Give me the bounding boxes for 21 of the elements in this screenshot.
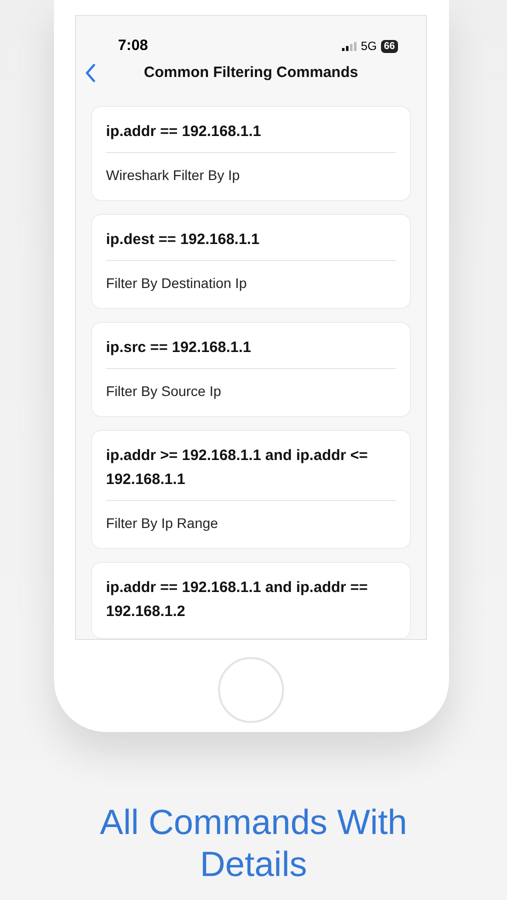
command-card[interactable]: ip.addr == 192.168.1.1 Wireshark Filter By Ip <box>91 106 411 201</box>
page-title: Common Filtering Commands <box>144 63 358 84</box>
signal-icon <box>342 42 357 51</box>
command-card[interactable]: ip.addr == 192.168.1.1 and ip.addr == 192.168.1.2 <box>91 562 411 639</box>
back-icon[interactable] <box>85 64 96 82</box>
command-text: ip.addr == 192.168.1.1 <box>106 122 262 142</box>
status-time: 7:08 <box>118 36 148 56</box>
network-label: 5G <box>360 38 377 56</box>
command-description: Filter By Source Ip <box>106 382 222 401</box>
command-card[interactable]: ip.addr >= 192.168.1.1 and ip.addr <= 192.168.1.1 Filter By Ip Range <box>91 430 411 549</box>
command-description: Filter By Ip Range <box>106 514 220 533</box>
command-card[interactable]: ip.src == 192.168.1.1 Filter By Source Ip <box>91 322 411 417</box>
command-text: ip.addr >= 192.168.1.1 and ip.addr <= 192.168.1.1 <box>106 446 369 490</box>
command-description: Filter By Destination Ip <box>106 274 248 293</box>
battery-level: 66 <box>380 40 398 53</box>
command-text: ip.addr == 192.168.1.1 and ip.addr == 192.168.1.2 <box>106 578 369 622</box>
command-card[interactable]: ip.dest == 192.168.1.1 Filter By Destination Ip <box>91 214 411 309</box>
command-text: ip.dest == 192.168.1.1 <box>106 230 260 250</box>
caption: All Commands With Details <box>98 802 408 886</box>
command-text: ip.src == 192.168.1.1 <box>106 338 252 358</box>
command-description: Wireshark Filter By Ip <box>106 166 241 185</box>
